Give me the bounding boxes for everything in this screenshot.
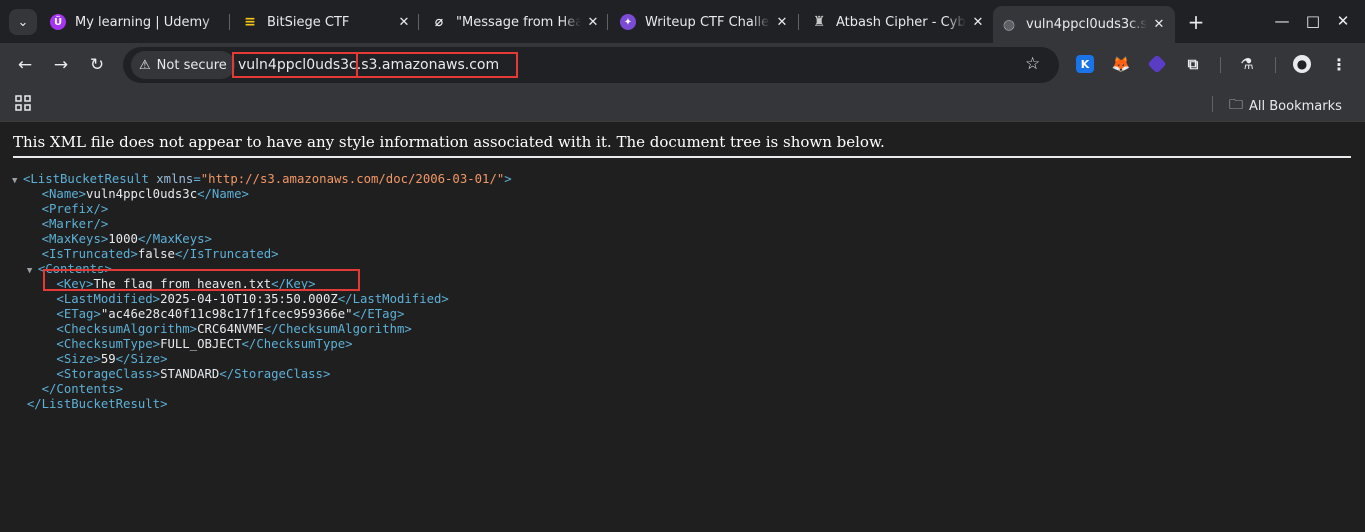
bookmarks-divider: [1212, 96, 1213, 112]
xml-line-name: <Name>vuln4ppcl0uds3c</Name>: [41, 187, 249, 201]
xml-line-istruncated: <IsTruncated>false</IsTruncated>: [41, 247, 279, 261]
bookmarks-bar: 🗀 All Bookmarks: [0, 87, 1365, 122]
tab-bitsiege[interactable]: ≡ BitSiege CTF ✕: [242, 6, 412, 38]
close-icon[interactable]: ✕: [1151, 17, 1167, 32]
puzzle-extensions-icon[interactable]: ⧉: [1184, 55, 1202, 73]
xml-tree: ▼ <ListBucketResult xmlns="http://s3.amaz…: [12, 172, 512, 412]
atbash-icon: ♜: [812, 14, 826, 30]
tab-writeup[interactable]: ✦ Writeup CTF Challenge ✕: [620, 6, 790, 38]
key-highlight-box: [43, 269, 360, 291]
xml-line-storageclass: <StorageClass>STANDARD</StorageClass>: [56, 367, 331, 381]
more-menu-icon[interactable]: ⋮: [1330, 55, 1348, 74]
not-secure-label: Not secure: [156, 57, 227, 73]
tab-title: BitSiege CTF: [267, 14, 350, 30]
warning-icon: ⚠: [139, 57, 151, 73]
udemy-icon: Ü: [50, 14, 66, 30]
metamask-fox-icon[interactable]: 🦊: [1112, 55, 1131, 73]
tab-divider: [229, 14, 230, 30]
close-icon[interactable]: ✕: [396, 15, 412, 30]
highlight-box: [356, 52, 518, 78]
arrow-left-icon: ←: [17, 55, 33, 75]
apps-grid-icon[interactable]: [15, 95, 31, 111]
tab-divider: [607, 14, 608, 30]
tab-title: Atbash Cipher - Cyber: [836, 14, 966, 30]
browser-toolbar: ← → ↻ ⚠ Not secure vuln4ppcl0uds3c.s3.am…: [0, 43, 1365, 87]
profile-avatar-icon[interactable]: ●: [1293, 55, 1311, 73]
all-bookmarks-button[interactable]: 🗀 All Bookmarks: [1229, 94, 1342, 118]
tab-strip: ⌄ Ü My learning | Udemy ≡ BitSiege CTF ✕…: [0, 0, 1365, 43]
tab-search-button[interactable]: ⌄: [9, 9, 37, 35]
xml-line-etag: <ETag>"ac46e28c40f11c98c17f1fcec959366e"…: [56, 307, 405, 321]
purple-gem-icon[interactable]: [1147, 54, 1167, 74]
tab-divider: [798, 14, 799, 30]
forward-button[interactable]: →: [50, 54, 72, 76]
all-bookmarks-label: All Bookmarks: [1249, 98, 1342, 114]
arrow-right-icon: →: [53, 55, 69, 75]
xml-style-notice: This XML file does not appear to have an…: [13, 133, 885, 151]
new-tab-button[interactable]: +: [1186, 12, 1206, 32]
close-icon[interactable]: ✕: [970, 15, 986, 30]
tab-title: vuln4ppcl0uds3c.s3.amazonaws.com: [1026, 17, 1147, 32]
tab-title: Writeup CTF Challenge: [645, 14, 770, 30]
minimize-icon: —: [1274, 12, 1290, 30]
xml-line-lastmodified: <LastModified>2025-04-10T10:35:50.000Z</…: [56, 292, 449, 306]
ctfd-icon: ⌀: [434, 14, 444, 30]
xml-line-checksumtype: <ChecksumType>FULL_OBJECT</ChecksumType>: [56, 337, 353, 351]
xml-line-contents-close: </Contents>: [41, 382, 124, 396]
maximize-button[interactable]: □: [1303, 10, 1323, 32]
tab-udemy[interactable]: Ü My learning | Udemy: [50, 6, 225, 38]
close-icon[interactable]: ✕: [585, 15, 601, 30]
xml-line-root-open: ▼ <ListBucketResult xmlns="http://s3.amaz…: [12, 172, 512, 187]
page-content: This XML file does not appear to have an…: [0, 122, 1365, 532]
tab-atbash[interactable]: ♜ Atbash Cipher - Cyber ✕: [811, 6, 986, 38]
flask-labs-icon[interactable]: ⚗: [1238, 55, 1256, 73]
toolbar-divider: [1220, 57, 1221, 73]
xml-line-prefix: <Prefix/>: [41, 202, 109, 216]
kasm-extension-icon[interactable]: K: [1076, 55, 1094, 73]
globe-icon: ◍: [1002, 16, 1016, 33]
tab-title: "Message from Heaven": [456, 14, 581, 30]
close-window-button[interactable]: ✕: [1333, 10, 1353, 32]
close-icon[interactable]: ✕: [774, 15, 790, 30]
tab-message-from-heaven[interactable]: ⌀ "Message from Heaven" ✕: [431, 6, 601, 38]
notice-divider: [13, 156, 1351, 158]
plus-icon: +: [1187, 10, 1205, 34]
close-icon: ✕: [1336, 12, 1350, 30]
maximize-icon: □: [1305, 12, 1321, 30]
highlight-box: [232, 52, 358, 78]
folder-icon: 🗀: [1229, 97, 1243, 113]
minimize-button[interactable]: —: [1272, 10, 1292, 32]
reload-icon: ↻: [89, 55, 105, 75]
toolbar-divider: [1275, 57, 1276, 73]
bitsiege-icon: ≡: [244, 14, 256, 30]
tab-divider: [418, 14, 419, 30]
tab-active-bucket[interactable]: ◍ vuln4ppcl0uds3c.s3.amazonaws.com ✕: [993, 6, 1175, 43]
xml-line-size: <Size>59</Size>: [56, 352, 168, 366]
back-button[interactable]: ←: [14, 54, 36, 76]
xml-line-root-close: </ListBucketResult>: [26, 397, 168, 411]
chevron-down-icon: ⌄: [17, 14, 29, 30]
xml-line-checksumalgorithm: <ChecksumAlgorithm>CRC64NVME</ChecksumAl…: [56, 322, 412, 336]
writeup-icon: ✦: [620, 14, 636, 30]
bookmark-star-icon[interactable]: ☆: [1025, 54, 1040, 74]
site-info-button[interactable]: ⚠ Not secure: [131, 51, 235, 79]
reload-button[interactable]: ↻: [86, 54, 108, 76]
xml-line-maxkeys: <MaxKeys>1000</MaxKeys>: [41, 232, 212, 246]
xml-line-marker: <Marker/>: [41, 217, 109, 231]
tab-title: My learning | Udemy: [75, 14, 210, 30]
